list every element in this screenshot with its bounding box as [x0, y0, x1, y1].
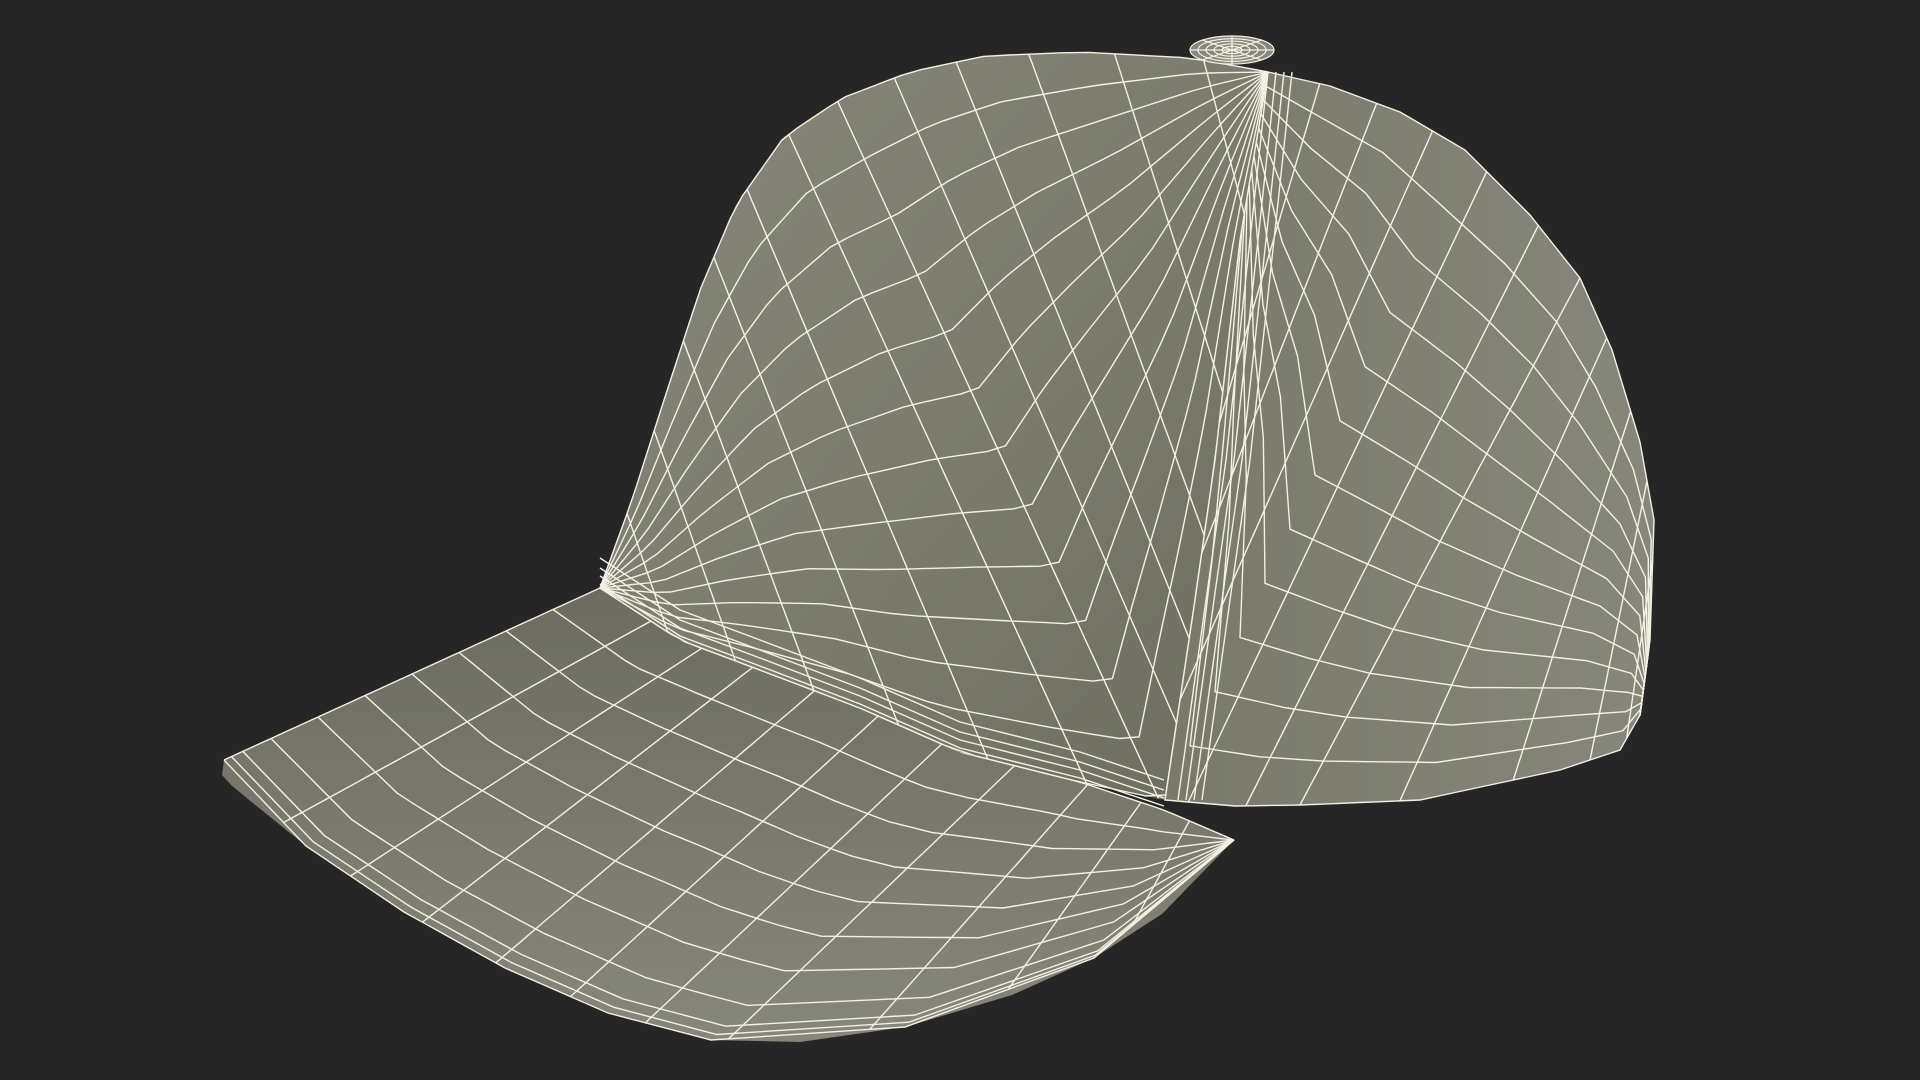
cap-top-button	[1189, 35, 1275, 65]
render-viewport[interactable]	[0, 0, 1920, 1080]
top-button-wireframe	[1189, 35, 1275, 65]
baseball-cap-wireframe-icon	[222, 35, 1655, 1042]
